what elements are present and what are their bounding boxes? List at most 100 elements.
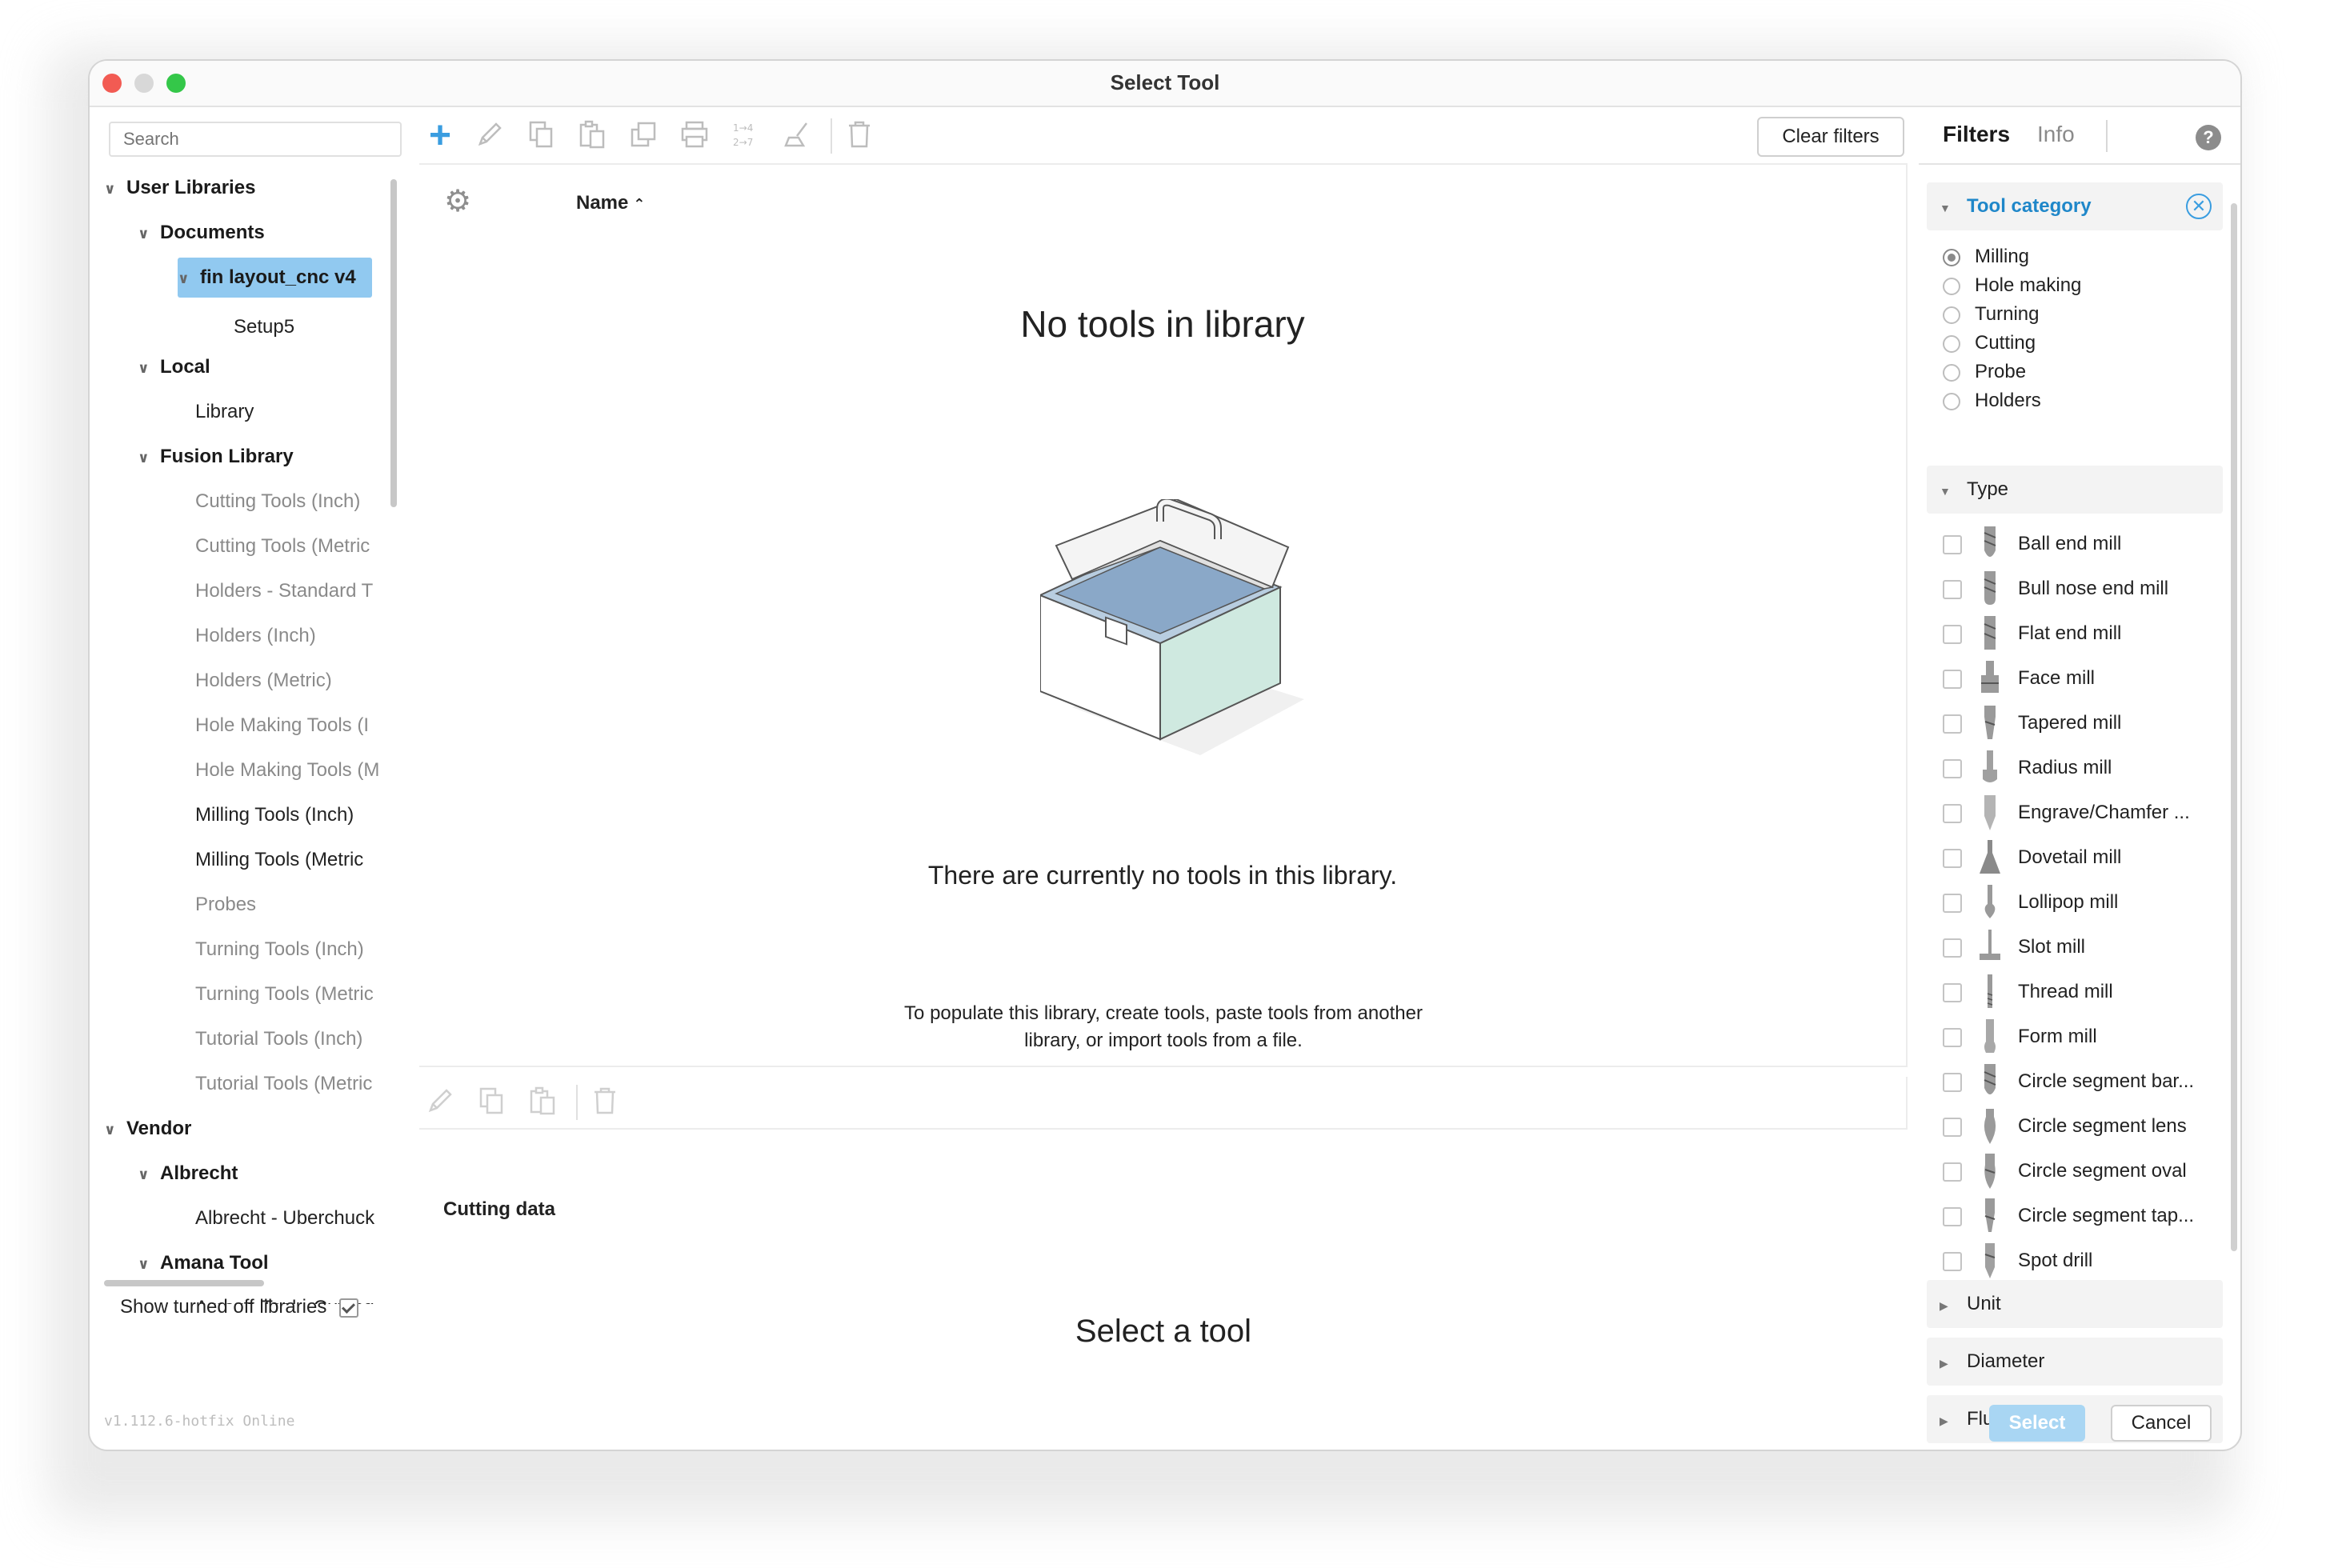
unit-section[interactable]: ▶ Unit <box>1927 1280 2223 1328</box>
select-button[interactable]: Select <box>1989 1405 2085 1442</box>
tree-item[interactable]: Cutting Tools (Metric <box>195 526 370 566</box>
cleanup-broom-icon[interactable] <box>781 120 813 152</box>
type-filter-row[interactable]: Circle segment tap... <box>1943 1195 2194 1237</box>
type-checkbox[interactable] <box>1943 534 1962 554</box>
type-checkbox[interactable] <box>1943 803 1962 823</box>
type-checkbox[interactable] <box>1943 848 1962 868</box>
radio-button[interactable] <box>1943 248 1960 266</box>
type-filter-row[interactable]: Ball end mill <box>1943 523 2121 565</box>
cancel-button[interactable]: Cancel <box>2111 1405 2212 1442</box>
show-turned-off-checkbox[interactable] <box>339 1298 359 1318</box>
tree-item[interactable]: Hole Making Tools (I <box>195 706 369 746</box>
tree-item[interactable]: Tutorial Tools (Metric <box>195 1064 372 1104</box>
new-tool-icon[interactable]: + <box>424 117 456 155</box>
type-filter-row[interactable]: Flat end mill <box>1943 613 2121 654</box>
type-checkbox[interactable] <box>1943 1027 1962 1047</box>
type-filter-row[interactable]: Engrave/Chamfer ... <box>1943 792 2190 834</box>
tree-horizontal-scrollbar[interactable] <box>104 1280 264 1286</box>
tree-item[interactable]: Hole Making Tools (M <box>195 750 379 790</box>
type-checkbox[interactable] <box>1943 982 1962 1002</box>
library-search-input[interactable] <box>109 122 402 157</box>
chevron-down-icon[interactable]: ∨ <box>138 348 160 388</box>
tab-info[interactable]: Info <box>2037 122 2075 147</box>
diameter-section[interactable]: ▶ Diameter <box>1927 1338 2223 1386</box>
type-filter-row[interactable]: Lollipop mill <box>1943 882 2118 923</box>
tree-item[interactable]: Holders - Standard T <box>195 571 373 611</box>
tree-item[interactable]: ∨ fin layout_cnc v4 <box>178 258 372 298</box>
type-filter-row[interactable]: Bull nose end mill <box>1943 568 2168 610</box>
type-filter-row[interactable]: Circle segment bar... <box>1943 1061 2194 1102</box>
type-checkbox[interactable] <box>1943 1162 1962 1182</box>
type-checkbox[interactable] <box>1943 624 1962 644</box>
chevron-down-icon[interactable]: ∨ <box>138 1244 160 1284</box>
tree-item[interactable]: Cutting Tools (Inch) <box>195 482 360 522</box>
tree-item[interactable]: Probes <box>195 885 256 925</box>
category-radio-milling[interactable]: Milling <box>1943 243 2029 270</box>
type-filter-row[interactable]: Spot drill <box>1943 1240 2092 1282</box>
copy-icon[interactable] <box>525 120 557 152</box>
radio-button[interactable] <box>1943 306 1960 324</box>
copy-preset-icon[interactable] <box>475 1086 507 1118</box>
tree-item[interactable]: Holders (Metric) <box>195 661 332 701</box>
chevron-down-icon[interactable]: ∨ <box>178 258 200 298</box>
category-radio-probe[interactable]: Probe <box>1943 358 2026 386</box>
radio-button[interactable] <box>1943 363 1960 382</box>
clear-category-icon[interactable]: ✕ <box>2186 194 2212 219</box>
tree-item[interactable]: Albrecht - Uberchuck <box>195 1198 374 1238</box>
type-section[interactable]: ▼ Type <box>1927 466 2223 514</box>
type-checkbox[interactable] <box>1943 714 1962 734</box>
edit-preset-pencil-icon[interactable] <box>424 1086 456 1118</box>
tree-item[interactable]: Library <box>195 392 254 432</box>
help-icon[interactable]: ? <box>2196 125 2221 150</box>
radio-button[interactable] <box>1943 392 1960 410</box>
type-checkbox[interactable] <box>1943 893 1962 913</box>
tree-item[interactable]: Milling Tools (Metric <box>195 840 363 880</box>
tool-category-section[interactable]: ▼ Tool category ✕ <box>1927 182 2223 230</box>
type-filter-row[interactable]: Form mill <box>1943 1016 2097 1058</box>
type-filter-row[interactable]: Circle segment oval <box>1943 1150 2187 1192</box>
clear-filters-button[interactable]: Clear filters <box>1757 117 1904 157</box>
tree-item[interactable]: Milling Tools (Inch) <box>195 795 354 835</box>
category-radio-turning[interactable]: Turning <box>1943 301 2039 328</box>
show-turned-off-libraries[interactable]: Show turned off libraries <box>120 1296 359 1318</box>
delete-preset-trash-icon[interactable] <box>589 1086 621 1118</box>
chevron-down-icon[interactable]: ∨ <box>138 438 160 478</box>
category-radio-cutting[interactable]: Cutting <box>1943 330 2036 357</box>
type-checkbox[interactable] <box>1943 669 1962 689</box>
category-radio-holders[interactable]: Holders <box>1943 387 2041 414</box>
tree-vertical-scrollbar[interactable] <box>390 179 397 507</box>
radio-button[interactable] <box>1943 334 1960 353</box>
name-column-header[interactable]: Name ⌃ <box>576 192 645 214</box>
edit-pencil-icon[interactable] <box>474 120 506 152</box>
type-filter-row[interactable]: Face mill <box>1943 658 2095 699</box>
radio-button[interactable] <box>1943 277 1960 295</box>
category-radio-hole-making[interactable]: Hole making <box>1943 272 2081 299</box>
duplicate-icon[interactable] <box>627 120 659 152</box>
delete-trash-icon[interactable] <box>843 120 875 152</box>
chevron-down-icon[interactable]: ∨ <box>138 1154 160 1194</box>
tree-item[interactable]: Turning Tools (Inch) <box>195 930 364 970</box>
tree-item[interactable]: Tutorial Tools (Inch) <box>195 1019 362 1059</box>
tree-item[interactable]: Setup5 <box>234 307 294 347</box>
type-filter-row[interactable]: Radius mill <box>1943 747 2112 789</box>
type-checkbox[interactable] <box>1943 938 1962 958</box>
tab-filters[interactable]: Filters <box>1943 122 2010 147</box>
type-checkbox[interactable] <box>1943 1072 1962 1092</box>
tree-item[interactable]: ∨ Amana Tool <box>138 1243 269 1283</box>
tree-item[interactable]: Turning Tools (Metric <box>195 974 374 1014</box>
type-filter-row[interactable]: Thread mill <box>1943 971 2113 1013</box>
renumber-icon[interactable]: 1→4 2→7 <box>730 120 762 152</box>
type-filter-row[interactable]: Dovetail mill <box>1943 837 2121 878</box>
tree-item[interactable]: ∨ Local <box>138 347 210 387</box>
gear-icon[interactable]: ⚙ <box>442 186 474 218</box>
filters-scrollbar[interactable] <box>2231 203 2237 1251</box>
chevron-down-icon[interactable]: ∨ <box>104 1110 126 1150</box>
type-checkbox[interactable] <box>1943 579 1962 599</box>
paste-preset-icon[interactable] <box>526 1086 558 1118</box>
type-checkbox[interactable] <box>1943 1206 1962 1226</box>
paste-icon[interactable] <box>576 120 608 152</box>
chevron-down-icon[interactable]: ∨ <box>138 214 160 254</box>
tree-item[interactable]: Holders (Inch) <box>195 616 316 656</box>
type-filter-row[interactable]: Slot mill <box>1943 926 2085 968</box>
type-checkbox[interactable] <box>1943 1117 1962 1137</box>
